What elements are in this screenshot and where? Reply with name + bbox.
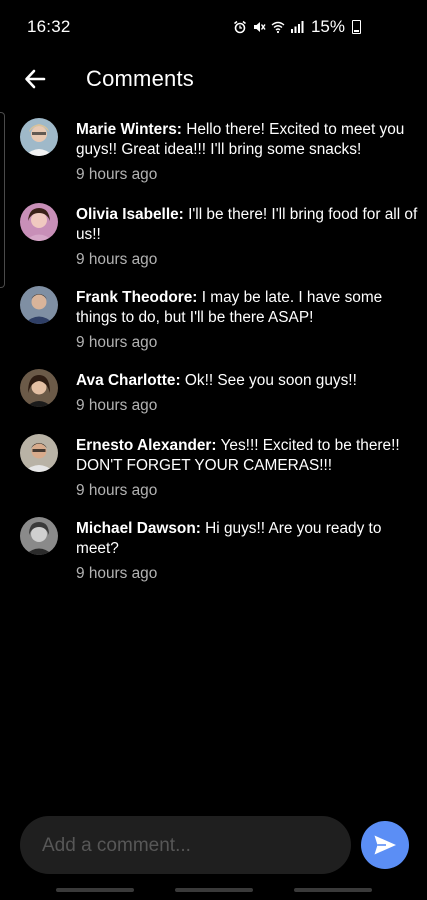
avatar[interactable] xyxy=(20,434,58,472)
page-title: Comments xyxy=(86,66,194,91)
comment-body: Marie Winters: Hello there! Excited to m… xyxy=(76,120,421,184)
comment-text: Ernesto Alexander: Yes!!! Excited to be … xyxy=(76,436,421,476)
comment-text: Marie Winters: Hello there! Excited to m… xyxy=(76,120,421,160)
wifi-icon xyxy=(271,21,285,34)
avatar[interactable] xyxy=(20,286,58,324)
scroll-indicator[interactable] xyxy=(0,112,5,288)
battery-icon xyxy=(352,20,361,34)
comment-author[interactable]: Frank Theodore: xyxy=(76,289,197,306)
comment-body: Olivia Isabelle: I'll be there! I'll bri… xyxy=(76,205,421,269)
avatar[interactable] xyxy=(20,517,58,555)
send-button[interactable] xyxy=(361,821,409,869)
comment-author[interactable]: Olivia Isabelle: xyxy=(76,206,184,223)
avatar[interactable] xyxy=(20,369,58,407)
comment-text: Frank Theodore: I may be late. I have so… xyxy=(76,288,421,328)
comment-time: 9 hours ago xyxy=(76,166,158,183)
comment-body: Michael Dawson: Hi guys!! Are you ready … xyxy=(76,519,421,583)
comment-text: Ava Charlotte: Ok!! See you soon guys!! xyxy=(76,371,421,391)
comment-text: Michael Dawson: Hi guys!! Are you ready … xyxy=(76,519,421,559)
avatar[interactable] xyxy=(20,118,58,156)
signal-icon xyxy=(290,21,304,33)
comment-input[interactable] xyxy=(40,816,344,876)
battery-percent: 15% xyxy=(310,17,345,36)
comment-body: Ava Charlotte: Ok!! See you soon guys!! … xyxy=(76,371,421,415)
comment-author[interactable]: Ava Charlotte: xyxy=(76,372,181,389)
comment-author[interactable]: Ernesto Alexander: xyxy=(76,437,217,454)
comment-time: 9 hours ago xyxy=(76,251,158,268)
comment-body: Frank Theodore: I may be late. I have so… xyxy=(76,288,421,352)
nav-recents-hint[interactable] xyxy=(56,888,134,892)
nav-back-hint[interactable] xyxy=(294,888,372,892)
send-icon xyxy=(374,835,396,855)
comment-input-container xyxy=(20,816,351,876)
comment-message: Ok!! See you soon guys!! xyxy=(184,372,357,389)
comment-author[interactable]: Marie Winters: xyxy=(76,121,182,138)
comment-author[interactable]: Michael Dawson: xyxy=(76,520,201,537)
nav-home-hint[interactable] xyxy=(175,888,253,892)
comment-text: Olivia Isabelle: I'll be there! I'll bri… xyxy=(76,205,421,245)
comment-body: Ernesto Alexander: Yes!!! Excited to be … xyxy=(76,436,421,500)
status-icons: 15% xyxy=(233,17,361,37)
status-bar: 16:32 15% xyxy=(0,0,427,56)
back-arrow-icon xyxy=(25,69,46,89)
mute-icon xyxy=(253,22,266,32)
comment-time: 9 hours ago xyxy=(76,334,158,351)
header: Comments xyxy=(0,56,427,102)
comment-time: 9 hours ago xyxy=(76,482,158,499)
comment-time: 9 hours ago xyxy=(76,565,158,582)
alarm-icon xyxy=(234,20,246,34)
comment-time: 9 hours ago xyxy=(76,397,158,414)
avatar[interactable] xyxy=(20,203,58,241)
status-time: 16:32 xyxy=(27,17,71,36)
back-button[interactable] xyxy=(20,64,50,94)
